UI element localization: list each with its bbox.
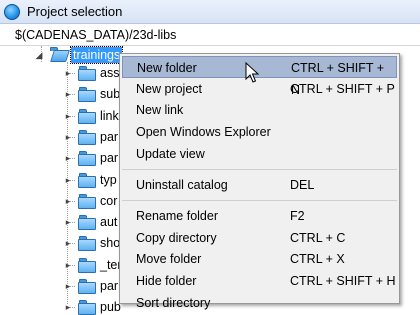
- tree-node-label[interactable]: aut: [100, 214, 117, 230]
- expand-arrow-icon[interactable]: ▸: [63, 217, 73, 227]
- menu-item-sort-directory[interactable]: Sort directory: [122, 292, 397, 314]
- expand-arrow-icon[interactable]: ▸: [63, 238, 73, 248]
- menu-item-copy-directory[interactable]: Copy directory CTRL + C: [122, 227, 397, 249]
- tree-node-label[interactable]: par: [100, 129, 118, 145]
- menu-item-label: Uninstall catalog: [136, 178, 228, 192]
- open-folder-icon: [49, 47, 70, 62]
- menu-item-shortcut: CTRL + SHIFT + P: [290, 82, 395, 96]
- folder-icon: [78, 215, 96, 230]
- tree-node-label[interactable]: cor: [100, 193, 117, 209]
- window-title: Project selection: [27, 4, 123, 19]
- expand-arrow-icon[interactable]: ▸: [63, 281, 73, 291]
- menu-item-uninstall-catalog[interactable]: Uninstall catalog DEL: [122, 174, 397, 196]
- folder-icon: [78, 130, 96, 145]
- expand-arrow-icon[interactable]: ▸: [63, 260, 73, 270]
- menu-item-label: Open Windows Explorer: [136, 125, 271, 139]
- menu-separator: [122, 200, 397, 201]
- menu-item-hide-folder[interactable]: Hide folder CTRL + SHIFT + H: [122, 270, 397, 292]
- menu-item-label: Hide folder: [136, 274, 197, 288]
- folder-icon: [78, 279, 96, 294]
- tree-node-label[interactable]: pub: [100, 299, 121, 315]
- menu-item-shortcut: DEL: [290, 178, 315, 192]
- expand-arrow-icon[interactable]: ▸: [63, 196, 73, 206]
- tree-node-selected[interactable]: trainings: [69, 46, 124, 64]
- title-bar: Project selection: [0, 0, 420, 24]
- menu-item-new-link[interactable]: New link: [122, 99, 397, 121]
- menu-item-label: Update view: [136, 147, 205, 161]
- tree-node-label[interactable]: sho: [100, 235, 120, 251]
- tree-node-label[interactable]: typ: [100, 172, 117, 188]
- menu-item-shortcut: CTRL + X: [290, 252, 345, 266]
- menu-item-label: Copy directory: [136, 231, 217, 245]
- menu-item-label: New link: [136, 103, 184, 117]
- menu-item-label: Rename folder: [136, 209, 218, 223]
- expand-arrow-icon[interactable]: ▸: [63, 68, 73, 78]
- menu-item-label: Move folder: [136, 252, 202, 266]
- menu-item-shortcut: CTRL + SHIFT + H: [290, 274, 396, 288]
- menu-item-rename-folder[interactable]: Rename folder F2: [122, 205, 397, 227]
- menu-item-label: New project: [136, 82, 202, 96]
- tree-node-label[interactable]: link: [100, 108, 119, 124]
- menu-item-open-windows-explorer[interactable]: Open Windows Explorer: [122, 121, 397, 143]
- menu-item-label: New folder: [137, 61, 197, 75]
- folder-icon: [78, 236, 96, 251]
- menu-separator: [122, 169, 397, 170]
- context-menu: New folder CTRL + SHIFT + N New project …: [119, 53, 400, 310]
- path-text: $(CADENAS_DATA)/23d-libs: [15, 27, 177, 42]
- expand-arrow-icon[interactable]: ▸: [63, 153, 73, 163]
- tree-node-label[interactable]: par: [100, 278, 118, 294]
- expand-arrow-icon[interactable]: ▸: [63, 89, 73, 99]
- path-field[interactable]: $(CADENAS_DATA)/23d-libs: [0, 24, 420, 46]
- menu-item-shortcut: F2: [290, 209, 305, 223]
- folder-icon: [78, 151, 96, 166]
- folder-icon: [78, 173, 96, 188]
- folder-icon: [78, 87, 96, 102]
- menu-item-shortcut: CTRL + C: [290, 231, 346, 245]
- folder-icon: [78, 300, 96, 315]
- expand-arrow-icon[interactable]: ▸: [63, 175, 73, 185]
- tree-node-label[interactable]: par: [100, 150, 118, 166]
- expand-arrow-icon[interactable]: ▸: [63, 132, 73, 142]
- mouse-cursor-icon: [245, 62, 260, 83]
- folder-icon: [78, 109, 96, 124]
- tree-node-label[interactable]: sub: [100, 86, 120, 102]
- folder-icon: [78, 66, 96, 81]
- folder-icon: [78, 194, 96, 209]
- menu-item-move-folder[interactable]: Move folder CTRL + X: [122, 248, 397, 270]
- globe-icon: [4, 3, 20, 20]
- menu-item-label: Sort directory: [136, 296, 211, 310]
- collapse-arrow-icon[interactable]: ◢: [34, 50, 44, 60]
- menu-item-update-view[interactable]: Update view: [122, 143, 397, 165]
- expand-arrow-icon[interactable]: ▸: [63, 111, 73, 121]
- folder-icon: [78, 258, 96, 273]
